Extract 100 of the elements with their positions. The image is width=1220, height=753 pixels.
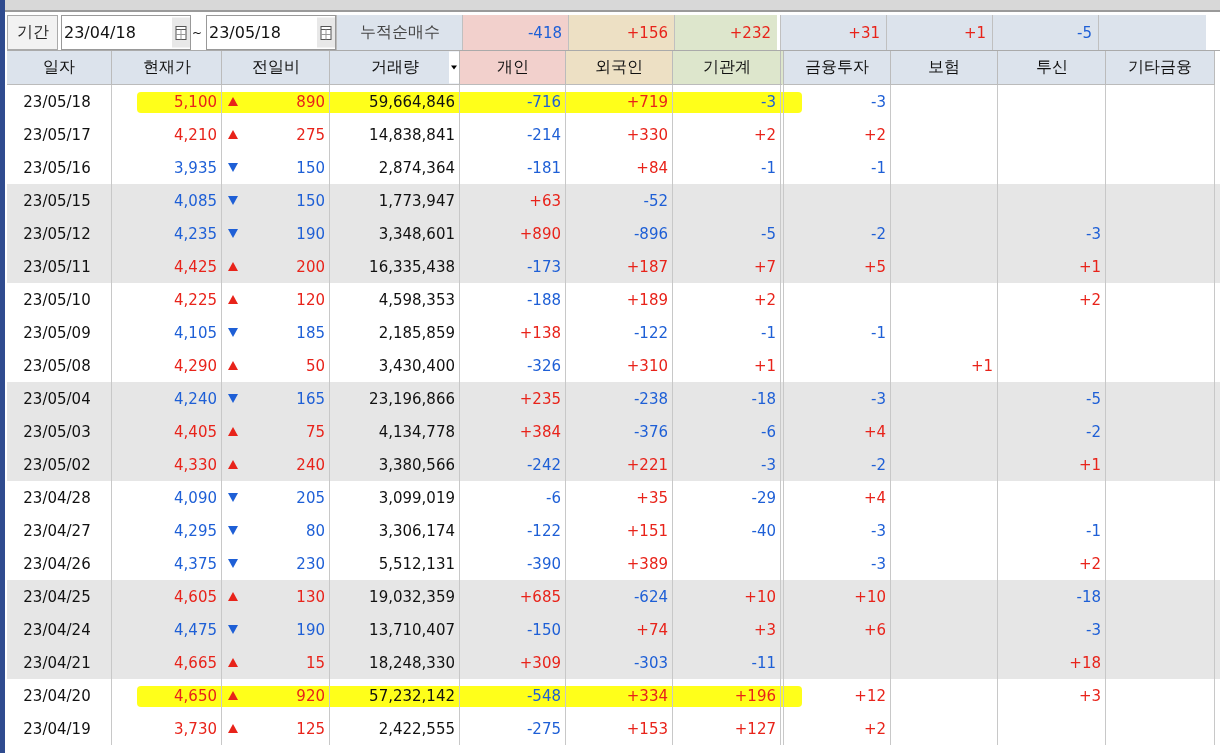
net-buy-cell: -548 <box>460 679 566 712</box>
net-buy-cell: +2 <box>784 118 891 151</box>
column-header[interactable]: 투신 <box>998 51 1106 85</box>
date-cell: 23/04/27 <box>7 514 112 547</box>
change-value: 130 <box>296 587 325 606</box>
net-buy-cell: -40 <box>673 514 784 547</box>
net-buy-cell: +151 <box>566 514 673 547</box>
summary-value: +1 <box>886 15 992 50</box>
column-header[interactable]: 개인 <box>460 51 566 85</box>
net-buy-cell: -214 <box>460 118 566 151</box>
change-value: 890 <box>296 92 325 111</box>
volume-cell: 3,380,566 <box>330 448 460 481</box>
net-buy-cell: -2 <box>784 448 891 481</box>
volume-cell: 3,099,019 <box>330 481 460 514</box>
summary-value: +232 <box>674 15 780 50</box>
date-cell: 23/05/02 <box>7 448 112 481</box>
date-cell: 23/05/11 <box>7 250 112 283</box>
net-buy-cell: +5 <box>784 250 891 283</box>
price-cell: 4,650 <box>112 679 222 712</box>
net-buy-cell: +18 <box>998 646 1106 679</box>
date-cell: 23/05/10 <box>7 283 112 316</box>
net-buy-cell: +189 <box>566 283 673 316</box>
price-cell: 4,295 <box>112 514 222 547</box>
volume-cell: 2,185,859 <box>330 316 460 349</box>
net-buy-cell: -1 <box>998 514 1106 547</box>
change-value: 125 <box>296 719 325 738</box>
change-value: 275 <box>296 125 325 144</box>
volume-cell: 57,232,142 <box>330 679 460 712</box>
date-cell: 23/04/19 <box>7 712 112 745</box>
net-buy-cell: -3 <box>784 85 891 118</box>
volume-cell: 2,422,555 <box>330 712 460 745</box>
net-buy-cell: +35 <box>566 481 673 514</box>
column-header[interactable]: 전일비 <box>222 51 330 85</box>
summary-value: +156 <box>568 15 674 50</box>
column-header[interactable]: 현재가 <box>112 51 222 85</box>
price-cell: 4,225 <box>112 283 222 316</box>
change-value: 80 <box>305 521 325 540</box>
column-header[interactable]: 기관계 <box>673 51 784 85</box>
summary-value: +31 <box>780 15 886 50</box>
column-header[interactable]: 보험 <box>891 51 998 85</box>
net-buy-cell: +3 <box>998 679 1106 712</box>
net-buy-cell: -242 <box>460 448 566 481</box>
volume-cell: 3,306,174 <box>330 514 460 547</box>
net-buy-cell: +2 <box>673 283 784 316</box>
summary-value: -418 <box>462 15 568 50</box>
volume-cell: 18,248,330 <box>330 646 460 679</box>
net-buy-cell: -3 <box>673 448 784 481</box>
net-buy-cell: -275 <box>460 712 566 745</box>
net-buy-cell: -11 <box>673 646 784 679</box>
volume-cell: 16,335,438 <box>330 250 460 283</box>
volume-cell: 14,838,841 <box>330 118 460 151</box>
net-buy-cell: +196 <box>673 679 784 712</box>
end-date-field[interactable]: 23/05/18 <box>206 15 336 50</box>
column-header[interactable]: 일자 <box>7 51 112 85</box>
net-buy-cell: +2 <box>673 118 784 151</box>
price-cell: 4,105 <box>112 316 222 349</box>
column-header[interactable]: 거래량 <box>330 51 460 85</box>
net-buy-cell: +334 <box>566 679 673 712</box>
date-cell: 23/04/20 <box>7 679 112 712</box>
net-buy-cell: -188 <box>460 283 566 316</box>
change-value: 120 <box>296 290 325 309</box>
change-value: 200 <box>296 257 325 276</box>
net-buy-cell: -6 <box>460 481 566 514</box>
dropdown-icon[interactable] <box>449 51 459 84</box>
net-buy-cell: -173 <box>460 250 566 283</box>
net-buy-cell: -1 <box>673 316 784 349</box>
net-buy-cell: +2 <box>784 712 891 745</box>
net-buy-cell: +7 <box>673 250 784 283</box>
calendar-icon[interactable] <box>317 16 335 49</box>
price-cell: 4,210 <box>112 118 222 151</box>
net-buy-cell: +138 <box>460 316 566 349</box>
change-value: 185 <box>296 323 325 342</box>
net-buy-cell: +1 <box>998 250 1106 283</box>
change-value: 240 <box>296 455 325 474</box>
price-cell: 4,425 <box>112 250 222 283</box>
volume-cell: 59,664,846 <box>330 85 460 118</box>
column-header[interactable]: 기타금융 <box>1106 51 1215 85</box>
net-buy-cell: +127 <box>673 712 784 745</box>
change-value: 190 <box>296 620 325 639</box>
change-value: 205 <box>296 488 325 507</box>
net-buy-cell: -303 <box>566 646 673 679</box>
date-cell: 23/04/21 <box>7 646 112 679</box>
price-cell: 4,330 <box>112 448 222 481</box>
column-header[interactable]: 금융투자 <box>784 51 891 85</box>
period-button[interactable]: 기간 <box>7 15 58 50</box>
change-value: 150 <box>296 191 325 210</box>
net-buy-cell: +187 <box>566 250 673 283</box>
calendar-icon[interactable] <box>172 16 190 49</box>
net-buy-cell: +309 <box>460 646 566 679</box>
price-cell: 4,665 <box>112 646 222 679</box>
net-buy-cell: -29 <box>673 481 784 514</box>
net-buy-cell: -3 <box>673 85 784 118</box>
net-buy-cell: +12 <box>784 679 891 712</box>
net-buy-cell: -1 <box>784 316 891 349</box>
start-date-field[interactable]: 23/04/18 <box>61 15 191 50</box>
net-buy-cell: +4 <box>784 481 891 514</box>
net-buy-cell: +719 <box>566 85 673 118</box>
change-value: 50 <box>305 356 325 375</box>
column-header[interactable]: 외국인 <box>566 51 673 85</box>
date-cell: 23/04/28 <box>7 481 112 514</box>
